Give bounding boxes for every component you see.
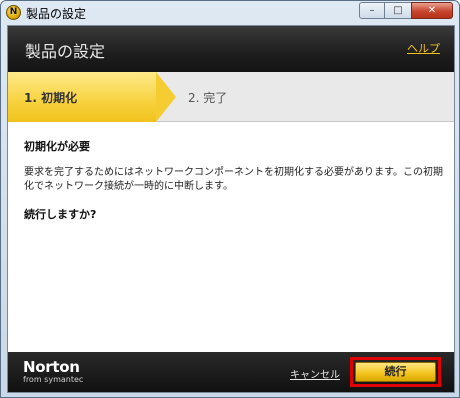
- logo-text: Norton: [23, 358, 80, 376]
- window-controls: – □ ✕: [359, 2, 453, 19]
- main-content: 初期化が必要 要求を完了するためにはネットワークコンポーネントを初期化する必要が…: [24, 138, 444, 222]
- title-bar[interactable]: N 製品の設定 – □ ✕: [1, 1, 459, 25]
- dialog-footer: Norton from symantec キャンセル 続行: [8, 352, 454, 392]
- continue-button[interactable]: 続行: [355, 362, 436, 382]
- dialog-header: 製品の設定 ヘルプ: [8, 26, 454, 72]
- window-title: 製品の設定: [26, 7, 87, 21]
- step-arrow-shape: [156, 72, 176, 122]
- app-window: N 製品の設定 – □ ✕ 製品の設定 ヘルプ 1. 初期化 2. 完了 初期化…: [0, 0, 460, 398]
- norton-logo: Norton from symantec: [23, 358, 83, 384]
- logo-subtext: from symantec: [23, 375, 84, 384]
- cancel-link[interactable]: キャンセル: [290, 366, 340, 381]
- content-body: 要求を完了するためにはネットワークコンポーネントを初期化する必要があります。この…: [24, 167, 443, 192]
- step-progress-bar: 1. 初期化 2. 完了: [8, 72, 454, 122]
- step-1-label: 1. 初期化: [24, 91, 78, 105]
- minimize-button[interactable]: –: [359, 2, 385, 19]
- confirm-question: 続行しますか?: [24, 208, 97, 221]
- content-heading: 初期化が必要: [24, 140, 90, 153]
- step-2-label: 2. 完了: [188, 91, 228, 105]
- close-button[interactable]: ✕: [411, 2, 453, 19]
- maximize-button[interactable]: □: [385, 2, 411, 19]
- page-title: 製品の設定: [25, 42, 106, 61]
- dialog-client-area: 製品の設定 ヘルプ 1. 初期化 2. 完了 初期化が必要 要求を完了するために…: [7, 25, 455, 393]
- norton-app-icon: N: [6, 5, 21, 20]
- help-link[interactable]: ヘルプ: [407, 40, 440, 56]
